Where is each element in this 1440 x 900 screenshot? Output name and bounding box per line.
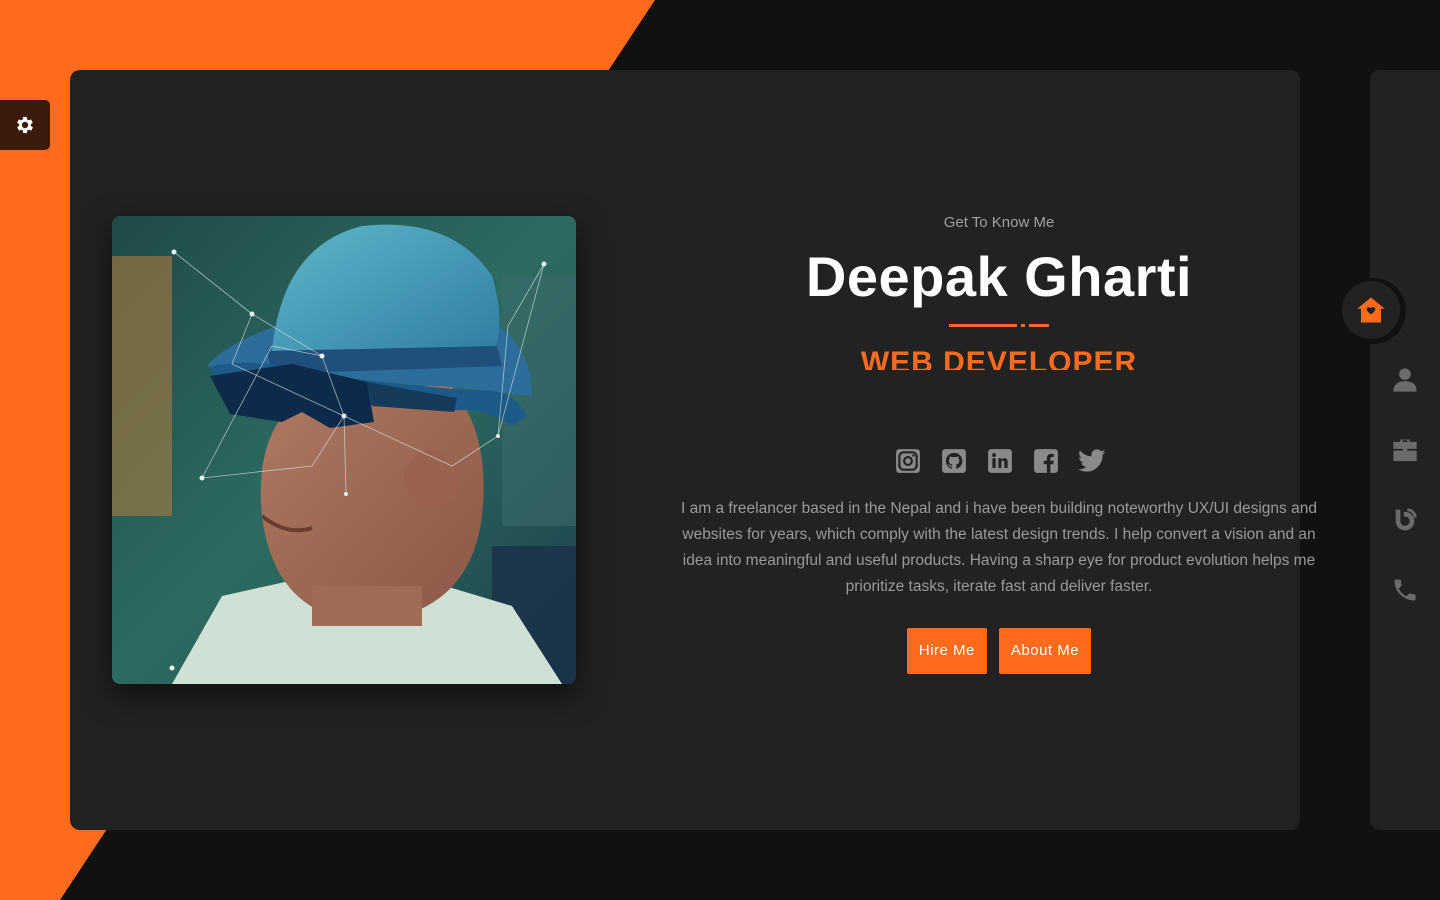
settings-button[interactable]	[0, 100, 50, 150]
github-icon	[942, 449, 966, 473]
nav-portfolio[interactable]	[1388, 433, 1422, 467]
user-icon	[1393, 368, 1417, 392]
twitter-icon	[1078, 449, 1106, 472]
hero-name: Deepak Gharti	[805, 245, 1193, 308]
instagram-icon	[896, 449, 920, 473]
facebook-link[interactable]	[1032, 447, 1060, 475]
profile-photo	[112, 216, 576, 684]
blog-icon	[1395, 508, 1417, 531]
instagram-link[interactable]	[894, 447, 922, 475]
title-divider	[949, 324, 1049, 327]
hero-role-wrapper: WEB DEVELOPER	[670, 338, 1328, 370]
linkedin-link[interactable]	[986, 447, 1014, 475]
nav-home[interactable]	[1342, 281, 1400, 339]
hero-actions: Hire Me About Me	[670, 628, 1328, 674]
social-links	[882, 442, 1118, 480]
hero-bio: I am a freelancer based in the Nepal and…	[681, 500, 1317, 595]
briefcase-icon	[1393, 439, 1417, 462]
gear-icon	[17, 116, 33, 134]
hire-me-button[interactable]: Hire Me	[906, 628, 987, 674]
facebook-icon	[1034, 449, 1058, 473]
phone-icon	[1394, 579, 1416, 601]
hero-eyebrow: Get To Know Me	[943, 214, 1055, 231]
home-icon	[1357, 297, 1385, 323]
hero-role: WEB DEVELOPER	[860, 346, 1138, 370]
github-link[interactable]	[940, 447, 968, 475]
about-me-button[interactable]: About Me	[998, 628, 1092, 674]
linkedin-icon	[988, 449, 1012, 473]
nav-contact[interactable]	[1388, 573, 1422, 607]
hero-card: Get To Know Me Deepak Gharti WEB DEVELOP…	[70, 70, 1317, 830]
nav-blog[interactable]	[1388, 503, 1422, 537]
twitter-link[interactable]	[1078, 447, 1106, 475]
nav-about[interactable]	[1388, 363, 1422, 397]
